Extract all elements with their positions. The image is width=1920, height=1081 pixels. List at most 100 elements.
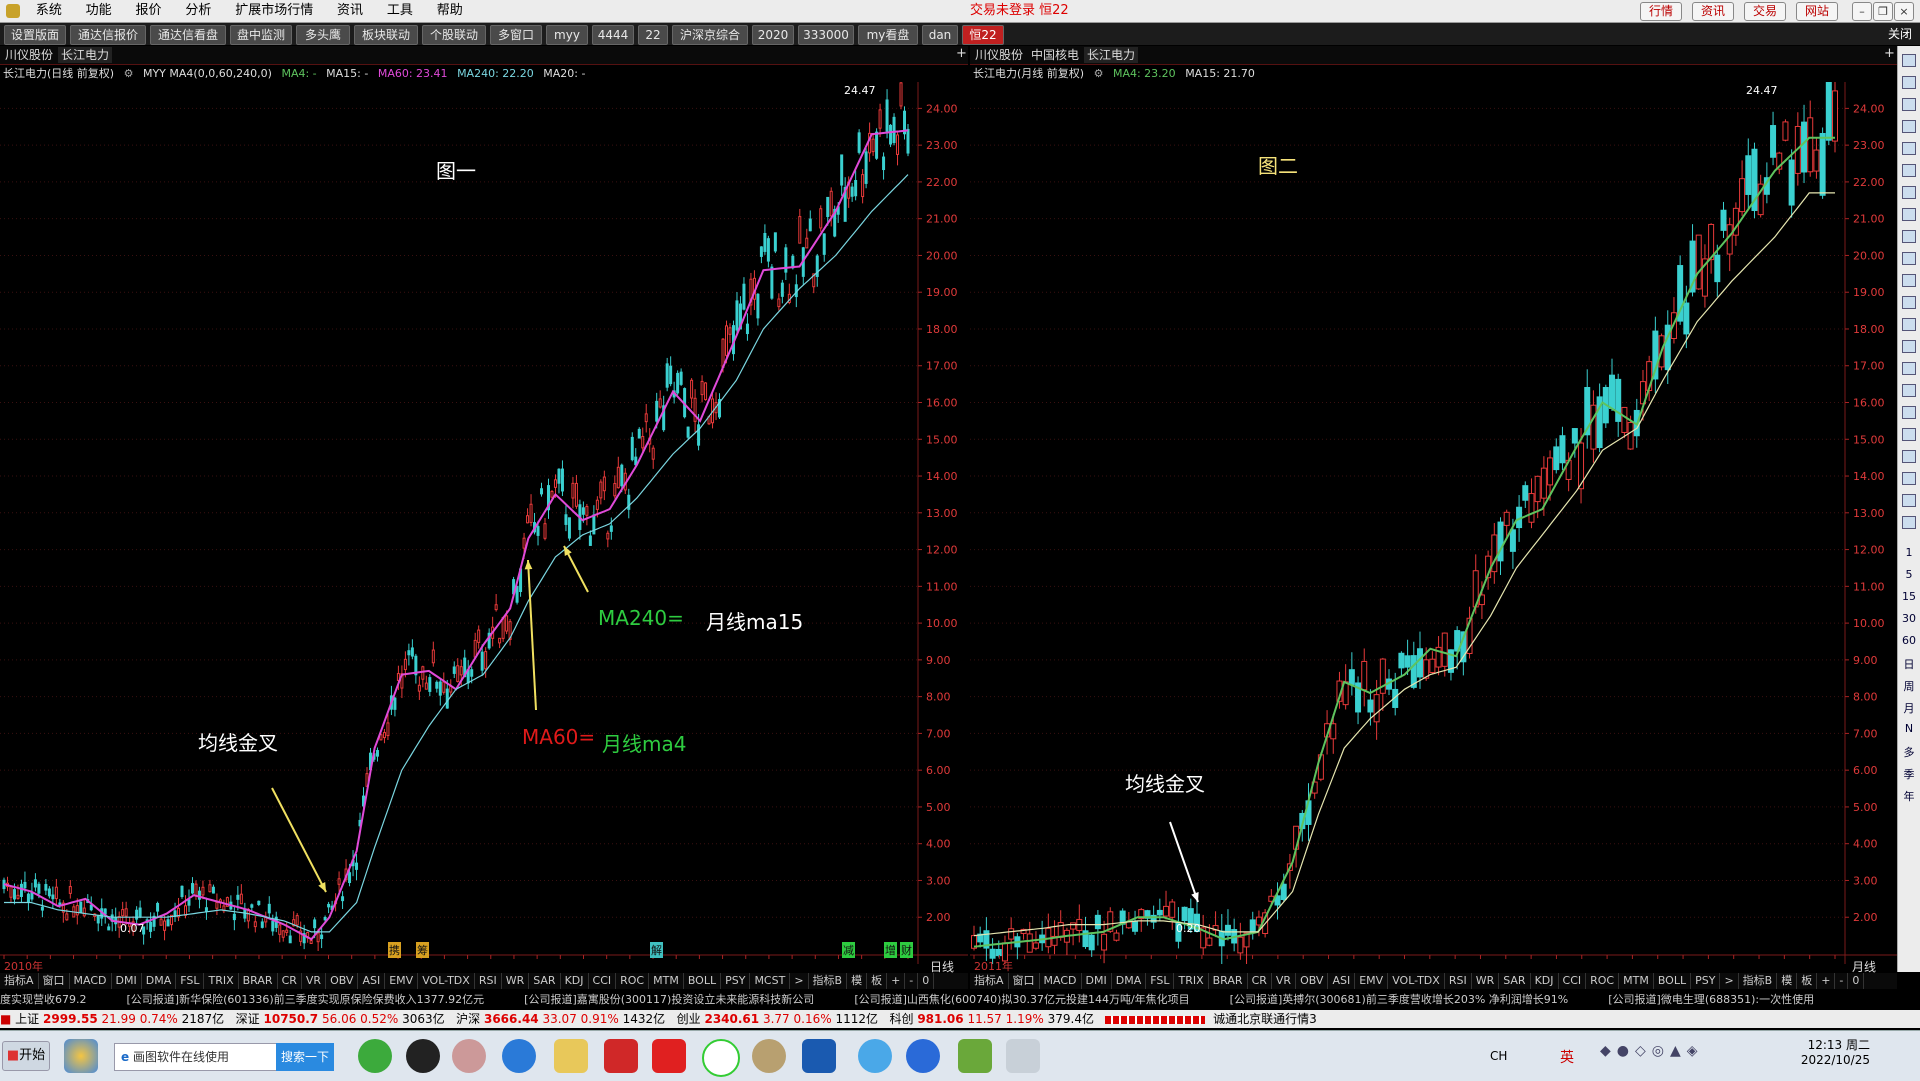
ticker-item[interactable]: [公司报道]微电生理(688351):一次性使用 <box>1608 993 1814 1006</box>
qq-icon[interactable] <box>406 1039 440 1073</box>
left-indicator-tab[interactable]: KDJ <box>561 973 589 989</box>
right-stock-tab-chuanyi[interactable]: 川仪股份 <box>972 47 1026 63</box>
right-indicator-tab[interactable]: VR <box>1272 973 1297 989</box>
website-button[interactable]: 网站 <box>1796 2 1838 21</box>
toolbar-tool-icon[interactable] <box>1900 406 1918 422</box>
right-stock-tab-cjdl[interactable]: 长江电力 <box>1084 47 1139 63</box>
left-indicator-gear-icon[interactable]: ⚙ <box>124 67 134 80</box>
period-button[interactable]: 30 <box>1900 612 1918 628</box>
left-indicator-tab[interactable]: 0 <box>918 973 935 989</box>
toolbar-tool-icon[interactable] <box>1900 274 1918 290</box>
menu-item-ext-market[interactable]: 扩展市场行情 <box>225 0 323 22</box>
tab-333000[interactable]: 333000 <box>798 25 854 45</box>
left-indicator-name[interactable]: MYY MA4(0,0,60,240,0) <box>143 67 272 80</box>
menu-item-analysis[interactable]: 分析 <box>175 0 221 22</box>
ticker-item[interactable]: [公司报道]山西焦化(600740)拟30.37亿元投建144万吨/年焦化项目 <box>854 993 1189 1006</box>
ime-indicator[interactable]: CH <box>1490 1049 1507 1063</box>
toolbar-tool-icon[interactable] <box>1900 230 1918 246</box>
left-indicator-tab[interactable]: RSI <box>475 973 502 989</box>
left-indicator-tab[interactable]: - <box>905 973 919 989</box>
broker-app-icon[interactable] <box>652 1039 686 1073</box>
right-indicator-tab[interactable]: TRIX <box>1174 973 1209 989</box>
tab-stock-link[interactable]: 个股联动 <box>422 25 486 45</box>
right-indicator-tab[interactable]: EMV <box>1355 973 1389 989</box>
minimize-icon[interactable]: – <box>1852 2 1872 21</box>
restore-icon[interactable]: ❐ <box>1873 2 1893 21</box>
tab-bull-eagle[interactable]: 多头鹰 <box>296 25 350 45</box>
right-indicator-tab[interactable]: 窗口 <box>1009 973 1040 989</box>
s-app-icon[interactable] <box>906 1039 940 1073</box>
toolbar-tool-icon[interactable] <box>1900 98 1918 114</box>
right-indicator-tab[interactable]: 指标A <box>970 973 1009 989</box>
left-indicator-tab[interactable]: MCST <box>750 973 791 989</box>
toolbar-tool-icon[interactable] <box>1900 450 1918 466</box>
right-indicator-tab[interactable]: PSY <box>1691 973 1721 989</box>
left-indicator-tab[interactable]: CCI <box>589 973 617 989</box>
tool-icon[interactable] <box>452 1039 486 1073</box>
event-mark-1[interactable]: 筹 <box>416 942 429 958</box>
tab-dan[interactable]: dan <box>922 25 958 45</box>
toolbar-tool-icon[interactable] <box>1900 252 1918 268</box>
network-app-icon[interactable] <box>958 1039 992 1073</box>
system-tray[interactable]: ◆●◇◎▲◈ <box>1600 1043 1780 1067</box>
news-ticker[interactable]: 度实现营收679.2 [公司报道]新华保险(601336)前三季度实现原保险保费收… <box>0 991 1920 1009</box>
left-indicator-tab[interactable]: 指标B <box>809 973 848 989</box>
ime-lang[interactable]: 英 <box>1560 1047 1574 1067</box>
right-indicator-tab[interactable]: KDJ <box>1531 973 1559 989</box>
toolbar-tool-icon[interactable] <box>1900 208 1918 224</box>
right-kline-chart[interactable]: 24.00 23.00 22.00 21.00 20.00 19.00 18.00 17.00… <box>970 82 1897 964</box>
left-indicator-tab[interactable]: 指标A <box>0 973 39 989</box>
left-indicator-tab[interactable]: > <box>790 973 809 989</box>
stock-app-icon[interactable] <box>604 1039 638 1073</box>
right-indicator-tab[interactable]: ROC <box>1586 973 1620 989</box>
futu-app-icon[interactable] <box>802 1039 836 1073</box>
right-indicator-tab[interactable]: MACD <box>1040 973 1082 989</box>
left-indicator-tab[interactable]: CR <box>278 973 302 989</box>
ticker-item[interactable]: [公司报道]嘉寓股份(300117)投资设立未来能源科技新公司 <box>524 993 814 1006</box>
toolbar-tool-icon[interactable] <box>1900 472 1918 488</box>
ie-browser-icon[interactable] <box>502 1039 536 1073</box>
quote-button[interactable]: 行情 <box>1640 2 1682 21</box>
right-indicator-tab[interactable]: WR <box>1472 973 1500 989</box>
toolbar-tool-icon[interactable] <box>1900 76 1918 92</box>
period-button[interactable]: N <box>1900 722 1918 738</box>
tab-tdx-board[interactable]: 通达信看盘 <box>150 25 226 45</box>
left-stock-tab-cjdl[interactable]: 长江电力 <box>58 47 113 63</box>
kc-index[interactable]: 科创 981.06 11.57 1.19% 379.4亿 <box>889 1012 1097 1026</box>
menu-item-quote[interactable]: 报价 <box>126 0 172 22</box>
tab-tdx-quote[interactable]: 通达信报价 <box>70 25 146 45</box>
right-indicator-tab[interactable]: FSL <box>1146 973 1175 989</box>
period-button[interactable]: 季 <box>1900 766 1918 782</box>
period-button[interactable]: 5 <box>1900 568 1918 584</box>
left-indicator-tab[interactable]: VR <box>302 973 327 989</box>
period-button[interactable]: 年 <box>1900 788 1918 804</box>
ticker-item[interactable]: [公司报道]新华保险(601336)前三季度实现原保险保费收入1377.92亿元 <box>127 993 485 1006</box>
close-icon[interactable]: × <box>1894 2 1914 21</box>
event-mark-5[interactable]: 财 <box>900 942 913 958</box>
tab-heng22[interactable]: 恒22 <box>962 25 1004 45</box>
info-button[interactable]: 资讯 <box>1692 2 1734 21</box>
event-mark-3[interactable]: 减 <box>842 942 855 958</box>
toolbar-tool-icon[interactable] <box>1900 362 1918 378</box>
left-indicator-tab[interactable]: OBV <box>326 973 359 989</box>
menu-item-system[interactable]: 系统 <box>26 0 72 22</box>
paint-icon[interactable] <box>1006 1039 1040 1073</box>
left-stock-tab-chuanyi[interactable]: 川仪股份 <box>2 47 56 63</box>
left-indicator-tab[interactable]: FSL <box>176 973 205 989</box>
right-indicator-tab[interactable]: 板 <box>1797 973 1818 989</box>
period-button[interactable]: 月 <box>1900 700 1918 716</box>
toolbar-tool-icon[interactable] <box>1900 296 1918 312</box>
left-indicator-tab[interactable]: 板 <box>867 973 888 989</box>
left-indicator-tab[interactable]: ROC <box>616 973 650 989</box>
toolbar-tool-icon[interactable] <box>1900 516 1918 532</box>
toolbar-tool-icon[interactable] <box>1900 142 1918 158</box>
left-indicator-tab[interactable]: MTM <box>649 973 684 989</box>
sz-index[interactable]: 深证 10750.7 56.06 0.52% 3063亿 <box>236 1012 449 1026</box>
right-indicator-tab[interactable]: - <box>1835 973 1849 989</box>
toolbar-tool-icon[interactable] <box>1900 494 1918 510</box>
tab-4444[interactable]: 4444 <box>592 25 634 45</box>
ticker-item[interactable]: [公司报道]英搏尔(300681)前三季度营收增长203% 净利润增长91% <box>1230 993 1569 1006</box>
toolbar-tool-icon[interactable] <box>1900 384 1918 400</box>
left-indicator-tab[interactable]: PSY <box>721 973 751 989</box>
right-indicator-tab[interactable]: OBV <box>1296 973 1329 989</box>
